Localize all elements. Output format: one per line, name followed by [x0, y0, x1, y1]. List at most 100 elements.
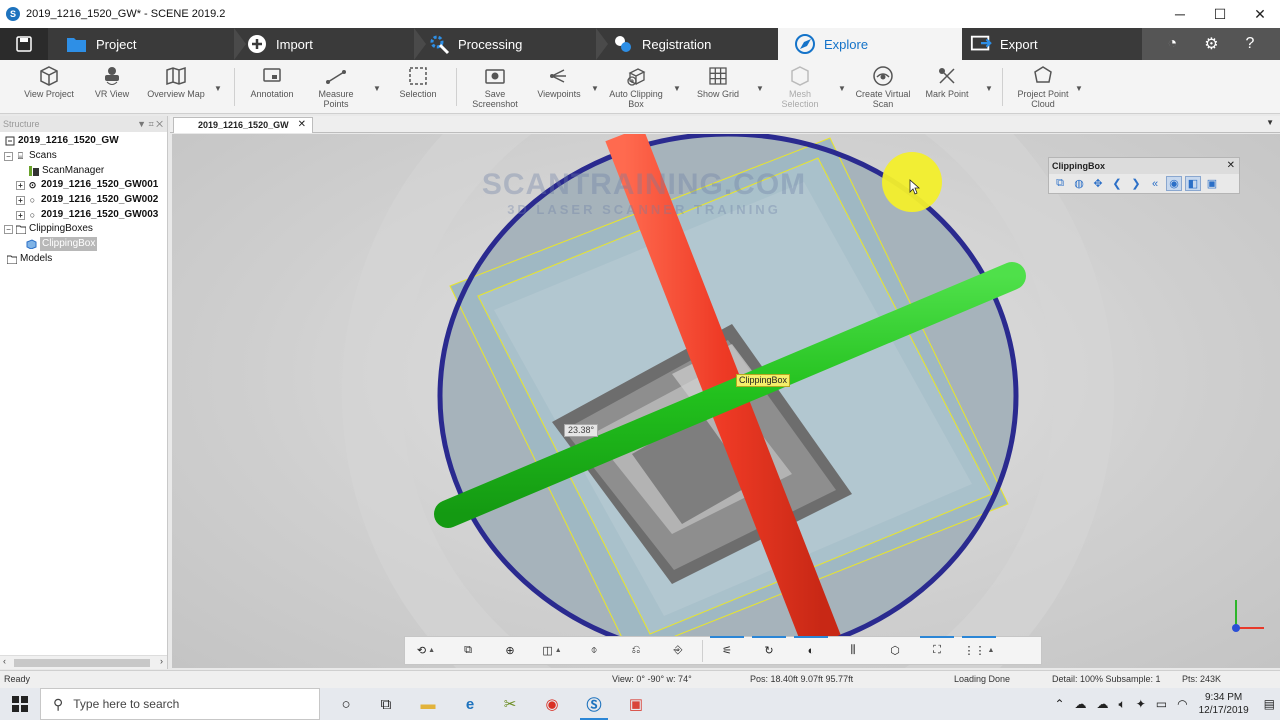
taskbar-search[interactable]: ⚲ Type here to search [40, 688, 320, 720]
recorder-button[interactable]: ▣ [616, 688, 656, 720]
notifications-icon[interactable]: ▤ [1264, 697, 1275, 711]
show-grid-dropdown-icon[interactable]: ▼ [756, 84, 764, 93]
tab-processing[interactable]: Processing [428, 28, 598, 60]
tree-item-scan[interactable]: + ⊙ 2019_1216_1520_GW001 [16, 178, 158, 192]
orbit-mode-button[interactable]: ⟲ ▲ [405, 637, 447, 664]
cortana-button[interactable]: ○ [326, 688, 366, 720]
mark-point-button[interactable]: Mark Point [922, 64, 972, 112]
tree-item-scans[interactable]: − ⌸ Scans [4, 149, 57, 163]
expand-icon[interactable]: + [16, 195, 25, 205]
tree-item-clipping-boxes[interactable]: − ClippingBoxes [4, 222, 93, 236]
tree-item-clipping-box[interactable]: ClippingBox [26, 237, 98, 251]
create-virtual-scan-button[interactable]: Create Virtual Scan [852, 64, 914, 112]
eye-icon[interactable]: ◉ [1166, 176, 1182, 191]
mesh-selection-dropdown-icon[interactable]: ▼ [838, 84, 846, 93]
tab-registration[interactable]: Registration [612, 28, 778, 60]
tab-import[interactable]: Import [246, 28, 412, 60]
close-button[interactable]: ✕ [1240, 0, 1280, 28]
taskbar-clock[interactable]: 9:34 PM 12/17/2019 [1199, 691, 1249, 717]
tab-project[interactable]: Project [62, 28, 236, 60]
overview-map-dropdown-icon[interactable]: ▼ [214, 84, 222, 93]
save-button[interactable] [0, 28, 48, 60]
onedrive-icon[interactable]: ☁ [1097, 697, 1109, 711]
measure-points-button[interactable]: Measure Points [310, 64, 362, 112]
scroll-right-icon[interactable]: › [160, 656, 163, 666]
tree-item-scan-manager[interactable]: ScanManager [28, 164, 104, 178]
3d-box-button[interactable]: ⬡ [874, 637, 916, 664]
rewind-icon[interactable]: « [1147, 176, 1163, 191]
tree-item-scan[interactable]: + ○ 2019_1216_1520_GW002 [16, 193, 158, 207]
mesh-selection-button[interactable]: Mesh Selection [778, 64, 822, 112]
start-button[interactable] [0, 688, 40, 720]
dropbox-icon[interactable]: ✦ [1136, 697, 1146, 711]
overview-map-button[interactable]: Overview Map [144, 64, 208, 112]
auto-clipping-box-button[interactable]: Auto Clipping Box [606, 64, 666, 112]
app-button[interactable]: ✂ [490, 688, 530, 720]
tree-item-project-root[interactable]: 2019_1216_1520_GW [4, 134, 119, 148]
close-toolbar-icon[interactable]: ✕ [1227, 158, 1235, 174]
walk-mode-button[interactable]: ⌽ [573, 637, 615, 664]
scan-place-next-button[interactable]: ⎆ [657, 637, 699, 664]
file-explorer-button[interactable]: ▬ [408, 688, 448, 720]
previous-icon[interactable]: ❮ [1109, 176, 1125, 191]
help-icon[interactable]: ? [1246, 35, 1255, 53]
standard-view-button[interactable]: ◫ ▲ [531, 637, 573, 664]
tree-item-models[interactable]: Models [6, 252, 52, 266]
minimize-button[interactable]: ─ [1160, 0, 1200, 28]
scrollbar-thumb[interactable] [14, 659, 150, 667]
tab-explore[interactable]: Explore [778, 28, 962, 60]
viewpoints-dropdown-icon[interactable]: ▼ [591, 84, 599, 93]
settings-gear-icon[interactable]: ⚙ [1204, 34, 1218, 54]
collapse-icon[interactable]: − [4, 224, 13, 234]
chevron-up-icon[interactable]: ⌃ [1054, 697, 1064, 711]
annotation-button[interactable]: Annotation [246, 64, 298, 112]
rotate-globe-icon[interactable]: ◍ [1071, 176, 1087, 191]
selection-button[interactable]: Selection [396, 64, 440, 112]
rotate-clip-button[interactable]: ↻ [748, 636, 790, 664]
task-view-button[interactable]: ⧉ [366, 688, 406, 720]
clip-outside-icon[interactable]: ▣ [1204, 176, 1220, 191]
tree-item-scan[interactable]: + ○ 2019_1216_1520_GW003 [16, 208, 158, 222]
edge-button[interactable]: e [450, 688, 490, 720]
scan-place-button[interactable]: ⎌ [615, 637, 657, 664]
battery-icon[interactable]: ▭ [1156, 697, 1167, 711]
measure-dropdown-icon[interactable]: ▼ [373, 84, 381, 93]
wifi-icon[interactable]: ◠ [1177, 697, 1187, 711]
expand-icon[interactable]: + [16, 210, 25, 220]
view-project-button[interactable]: View Project [20, 64, 78, 112]
feedback-icon[interactable]: ◔ [1168, 35, 1178, 53]
move-arrows-icon[interactable]: ✥ [1090, 176, 1106, 191]
clipping-tool-button[interactable]: ⚟ [706, 636, 748, 664]
document-tab[interactable]: 2019_1216_1520_GW ✕ [173, 117, 313, 133]
cloud-icon[interactable]: ☁ [1075, 697, 1087, 711]
grid-menu-button[interactable]: ⋮⋮ ▲ [958, 636, 1000, 664]
viewpoints-button[interactable]: Viewpoints [534, 64, 584, 112]
project-point-cloud-dropdown-icon[interactable]: ▼ [1075, 84, 1083, 93]
vr-view-button[interactable]: VR View [88, 64, 136, 112]
clipping-box-new-icon[interactable]: ⧉ [1052, 176, 1068, 191]
zoom-button[interactable]: ⊕ [489, 637, 531, 664]
project-point-cloud-button[interactable]: Project Point Cloud [1012, 64, 1074, 112]
tab-export[interactable]: Export [970, 28, 1140, 60]
expand-icon[interactable]: + [16, 180, 25, 190]
view-box-button[interactable]: ⧉ [447, 637, 489, 664]
maximize-button[interactable]: ☐ [1200, 0, 1240, 28]
fit-view-button[interactable]: ⛶ [916, 636, 958, 664]
scene-taskbar-button[interactable]: Ⓢ [574, 688, 614, 720]
mirror-button[interactable]: ◐ [790, 636, 832, 664]
slice-button[interactable]: ⫼ [832, 637, 874, 664]
volume-icon[interactable]: 🔈︎ [1119, 697, 1126, 712]
3d-viewport[interactable]: SCANTRAINING.COM 3D LASER SCANNER TRAINI… [172, 134, 1280, 668]
collapse-icon[interactable]: − [4, 151, 13, 161]
scroll-left-icon[interactable]: ‹ [3, 656, 6, 666]
structure-horizontal-scrollbar[interactable]: ‹ › [0, 655, 167, 669]
structure-panel-controls[interactable]: ▼ ⌗ ✕ [137, 116, 163, 132]
next-icon[interactable]: ❯ [1128, 176, 1144, 191]
chrome-button[interactable]: ◉ [532, 688, 572, 720]
show-grid-button[interactable]: Show Grid [692, 64, 744, 112]
save-screenshot-button[interactable]: Save Screenshot [468, 64, 522, 112]
clip-mode-icon[interactable]: ◧ [1185, 176, 1201, 191]
mark-point-dropdown-icon[interactable]: ▼ [985, 84, 993, 93]
tab-list-dropdown-icon[interactable]: ▼ [1266, 118, 1274, 127]
close-tab-icon[interactable]: ✕ [298, 118, 306, 132]
